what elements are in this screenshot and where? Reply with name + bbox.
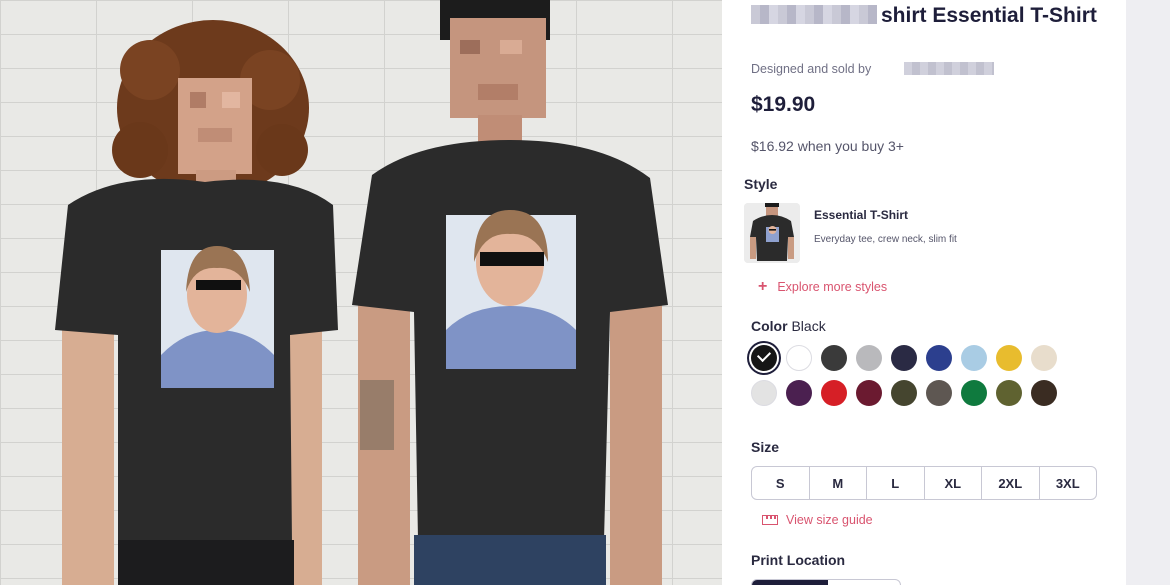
- explore-label: Explore more styles: [777, 280, 888, 294]
- color-swatch[interactable]: [856, 380, 882, 406]
- tshirt-thumbnail-icon: [744, 203, 800, 263]
- size-heading: Size: [751, 439, 780, 455]
- color-swatch[interactable]: [891, 345, 917, 371]
- explore-more-styles-link[interactable]: + Explore more styles: [758, 278, 887, 296]
- product-photo: [0, 0, 722, 585]
- print-location-toggle[interactable]: [751, 579, 901, 585]
- designer-line: Designed and sold by: [751, 62, 994, 76]
- product-price: $19.90: [751, 93, 816, 116]
- color-swatch[interactable]: [1031, 345, 1057, 371]
- color-swatch[interactable]: [996, 380, 1022, 406]
- bulk-discount-offer: $16.92 when you buy 3+: [751, 138, 904, 154]
- models-illustration: [55, 0, 668, 585]
- color-swatch[interactable]: [996, 345, 1022, 371]
- plus-icon: +: [758, 278, 768, 295]
- ruler-icon: [762, 515, 778, 525]
- color-swatch[interactable]: [926, 345, 952, 371]
- style-heading: Style: [744, 176, 778, 192]
- size-option-s[interactable]: S: [752, 467, 809, 499]
- color-heading: Color Black: [751, 318, 826, 334]
- size-option-2xl[interactable]: 2XL: [981, 467, 1039, 499]
- size-selector: S M L XL 2XL 3XL: [751, 466, 1097, 500]
- color-swatch[interactable]: [786, 345, 812, 371]
- color-swatch[interactable]: [856, 345, 882, 371]
- color-swatch[interactable]: [926, 380, 952, 406]
- color-swatch-grid: [751, 345, 1071, 415]
- size-guide-label: View size guide: [786, 513, 873, 527]
- product-details-panel: shirt Essential T-Shirt Designed and sol…: [722, 0, 1126, 585]
- style-thumbnail[interactable]: [744, 203, 800, 263]
- size-guide-link[interactable]: View size guide: [762, 513, 873, 527]
- size-option-3xl[interactable]: 3XL: [1038, 467, 1097, 499]
- color-swatch[interactable]: [891, 380, 917, 406]
- model-man: [352, 0, 668, 585]
- redacted-title-text: [751, 5, 877, 24]
- color-swatch[interactable]: [751, 345, 777, 371]
- product-title: shirt Essential T-Shirt: [751, 2, 1111, 30]
- size-option-l[interactable]: L: [866, 467, 924, 499]
- print-location-heading: Print Location: [751, 552, 846, 568]
- print-location-option-selected[interactable]: [752, 580, 828, 585]
- color-swatch[interactable]: [961, 380, 987, 406]
- color-swatch[interactable]: [1031, 380, 1057, 406]
- style-description: Everyday tee, crew neck, slim fit: [814, 234, 957, 245]
- color-heading-label: Color: [751, 318, 788, 334]
- size-option-xl[interactable]: XL: [923, 467, 982, 499]
- page-gutter: [1126, 0, 1170, 585]
- designed-by-label: Designed and sold by: [751, 62, 872, 76]
- selected-color-name: Black: [791, 318, 826, 334]
- color-swatch[interactable]: [751, 380, 777, 406]
- color-swatch[interactable]: [786, 380, 812, 406]
- redacted-seller-name: [904, 62, 994, 75]
- color-swatch[interactable]: [821, 345, 847, 371]
- model-woman: [55, 20, 338, 585]
- color-swatch[interactable]: [961, 345, 987, 371]
- checkmark-icon: [756, 347, 772, 363]
- style-name: Essential T-Shirt: [814, 208, 909, 222]
- color-swatch[interactable]: [821, 380, 847, 406]
- size-option-m[interactable]: M: [808, 467, 867, 499]
